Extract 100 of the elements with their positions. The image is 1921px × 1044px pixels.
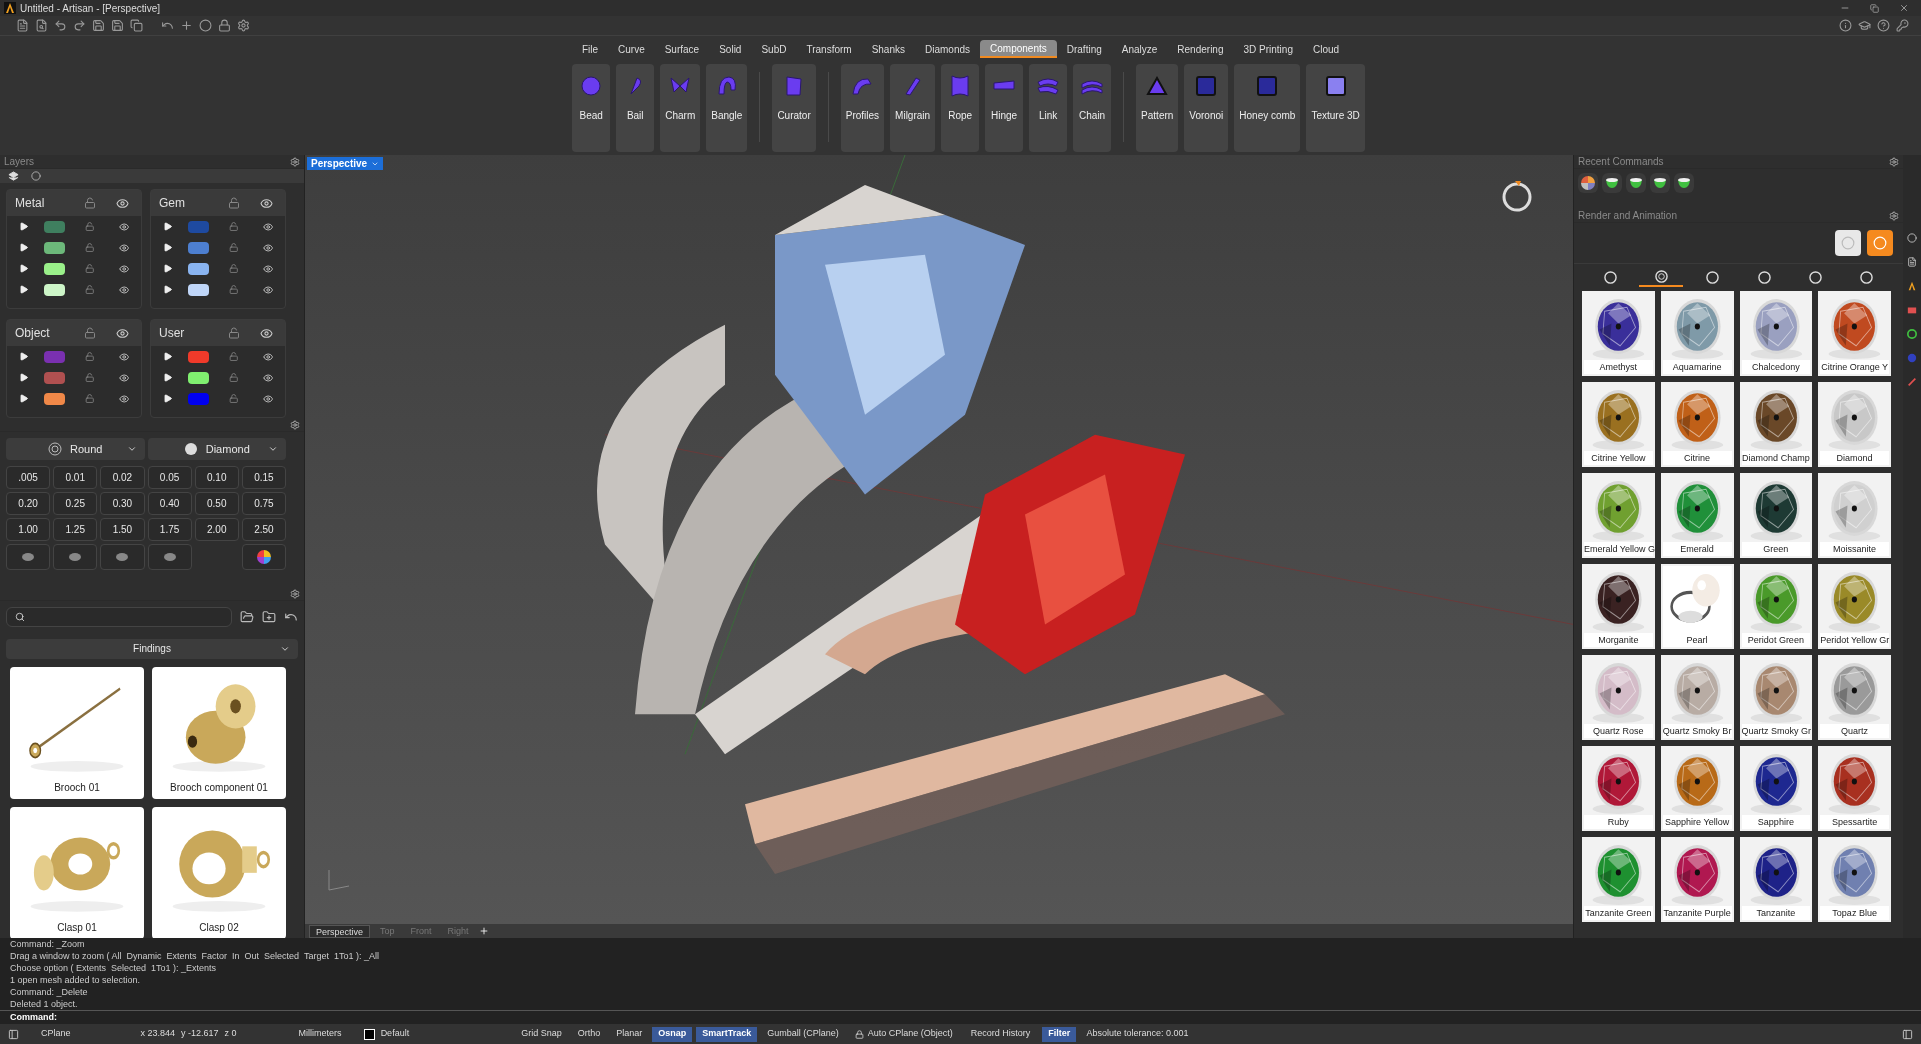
material-card[interactable]: Tanzanite Green xyxy=(1582,837,1655,922)
eye-icon[interactable] xyxy=(262,262,273,275)
ribbon-button[interactable]: Hinge xyxy=(985,64,1024,152)
material-card[interactable]: Quartz Rose xyxy=(1582,655,1655,740)
status-toggle[interactable]: Planar xyxy=(610,1026,649,1042)
cplane-label[interactable]: CPlane xyxy=(41,1027,71,1041)
size-button[interactable]: 0.15 xyxy=(241,466,286,489)
recent-command-button[interactable] xyxy=(1578,173,1598,193)
unlock-icon[interactable] xyxy=(229,221,239,232)
size-button[interactable]: 0.50 xyxy=(194,492,239,515)
expand-icon[interactable] xyxy=(19,242,29,253)
material-card[interactable]: Spessartite xyxy=(1818,746,1891,831)
expand-icon[interactable] xyxy=(19,351,29,362)
finding-card[interactable]: Clasp 01 xyxy=(10,807,144,938)
unlock-icon[interactable] xyxy=(229,393,239,404)
eye-icon[interactable] xyxy=(116,196,129,210)
layer-color-swatch[interactable] xyxy=(188,392,210,405)
folder-plus-icon[interactable] xyxy=(262,610,276,624)
tool-icon[interactable] xyxy=(218,19,231,32)
close-icon[interactable] xyxy=(1899,3,1909,13)
unlock-icon[interactable] xyxy=(229,242,239,253)
render-tab[interactable] xyxy=(1639,267,1684,287)
expand-icon[interactable] xyxy=(163,372,173,383)
eye-icon[interactable] xyxy=(262,241,273,254)
expand-icon[interactable] xyxy=(19,221,29,232)
layer-label[interactable]: Default xyxy=(380,1027,410,1041)
ribbon-button[interactable]: Profiles xyxy=(840,64,885,152)
open-file-icon[interactable] xyxy=(35,19,48,32)
lock-icon[interactable] xyxy=(854,1029,864,1039)
shape-dropdown[interactable]: Round xyxy=(6,438,145,460)
layer-color-swatch[interactable] xyxy=(188,283,210,296)
search-field[interactable] xyxy=(6,607,232,627)
size-button[interactable]: 0.20 xyxy=(6,492,51,515)
menu-tab[interactable]: Diamonds xyxy=(915,40,981,58)
menu-tab[interactable]: File xyxy=(571,40,608,58)
recent-command-button[interactable] xyxy=(1602,173,1622,193)
material-card[interactable]: Topaz Blue xyxy=(1818,837,1891,922)
menu-tab[interactable]: 3D Printing xyxy=(1233,40,1303,58)
size-button[interactable]: 0.10 xyxy=(194,466,239,489)
menu-tab[interactable]: Solid xyxy=(709,40,752,58)
layers-tab-icon[interactable] xyxy=(8,170,19,182)
size-button[interactable]: 0.02 xyxy=(100,466,145,489)
size-button[interactable]: .005 xyxy=(6,466,51,489)
material-card[interactable]: Emerald Yellow G xyxy=(1582,473,1655,558)
material-tab-icon[interactable] xyxy=(31,171,41,181)
recent-command-button[interactable] xyxy=(1674,173,1694,193)
material-card[interactable]: Diamond xyxy=(1818,382,1891,467)
restore-icon[interactable] xyxy=(1870,3,1879,13)
status-toggle[interactable]: Grid Snap xyxy=(515,1026,568,1042)
tool-icon[interactable] xyxy=(161,19,174,32)
info-icon[interactable] xyxy=(1839,19,1852,32)
menu-tab[interactable]: Rendering xyxy=(1167,40,1234,58)
expand-icon[interactable] xyxy=(19,263,29,274)
layer-color-swatch[interactable] xyxy=(188,220,210,233)
expand-icon[interactable] xyxy=(163,393,173,404)
eye-icon[interactable] xyxy=(118,371,129,384)
folder-icon[interactable] xyxy=(240,610,254,624)
save-copies-icon[interactable] xyxy=(130,19,143,32)
material-card[interactable]: Sapphire Yellow xyxy=(1660,746,1734,831)
menu-tab[interactable]: Shanks xyxy=(861,40,915,58)
material-card[interactable]: Ruby xyxy=(1582,746,1655,831)
material-card[interactable]: Moissanite xyxy=(1818,473,1891,558)
ribbon-button[interactable]: Link xyxy=(1029,64,1068,152)
layer-color-swatch[interactable] xyxy=(188,241,210,254)
material-card[interactable]: Tanzanite xyxy=(1739,837,1813,922)
layer-color-swatch[interactable] xyxy=(44,241,66,254)
settings-icon[interactable] xyxy=(290,156,300,167)
size-button[interactable]: 0.40 xyxy=(147,492,192,515)
material-card[interactable]: Quartz xyxy=(1818,655,1891,740)
tool-icon[interactable] xyxy=(180,19,193,32)
eye-icon[interactable] xyxy=(118,283,129,296)
size-button[interactable]: 0.75 xyxy=(241,492,286,515)
material-card[interactable]: Morganite xyxy=(1582,564,1655,649)
unlock-icon[interactable] xyxy=(84,327,96,339)
key-icon[interactable] xyxy=(1896,19,1909,32)
eye-icon[interactable] xyxy=(262,371,273,384)
unlock-icon[interactable] xyxy=(84,197,96,209)
status-toggle[interactable]: SmartTrack xyxy=(696,1026,758,1042)
size-button[interactable]: 0.05 xyxy=(147,466,192,489)
material-card[interactable]: Emerald xyxy=(1660,473,1734,558)
size-button[interactable]: 2.00 xyxy=(194,518,239,541)
size-button[interactable]: 1.00 xyxy=(6,518,51,541)
layer-color-swatch[interactable] xyxy=(44,350,66,363)
color-wheel-button[interactable] xyxy=(241,544,286,570)
finding-card[interactable]: Clasp 02 xyxy=(152,807,286,938)
expand-icon[interactable] xyxy=(19,284,29,295)
auto-cplane-toggle[interactable]: Auto CPlane (Object) xyxy=(867,1027,953,1041)
setting-button[interactable] xyxy=(147,544,192,570)
redo-icon[interactable] xyxy=(73,19,86,32)
ribbon-button[interactable]: Curator xyxy=(772,64,816,152)
panel-icon[interactable] xyxy=(1907,233,1917,243)
material-card[interactable]: Aquamarine xyxy=(1660,291,1734,376)
ribbon-button[interactable]: Voronoi xyxy=(1184,64,1229,152)
eye-icon[interactable] xyxy=(118,220,129,233)
settings-icon[interactable] xyxy=(290,588,300,599)
ribbon-button[interactable]: Charm xyxy=(660,64,701,152)
unlock-icon[interactable] xyxy=(85,221,95,232)
panel-icon[interactable] xyxy=(1907,257,1917,267)
status-toggle[interactable]: Ortho xyxy=(571,1026,607,1042)
expand-icon[interactable] xyxy=(163,242,173,253)
